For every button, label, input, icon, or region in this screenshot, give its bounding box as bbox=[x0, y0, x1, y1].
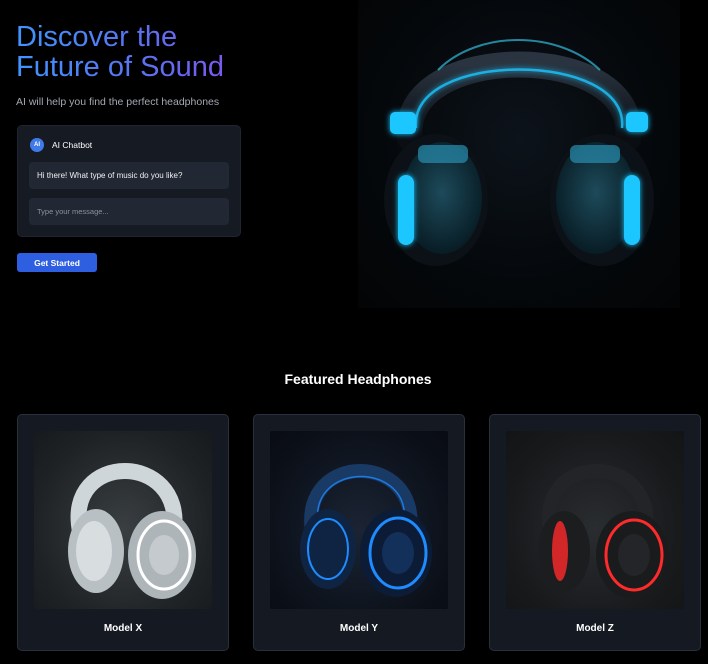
chatbot-avatar: AI bbox=[30, 138, 44, 152]
landing-page: Discover the Future of Sound AI will hel… bbox=[0, 0, 708, 664]
chat-message-input[interactable] bbox=[29, 198, 229, 225]
product-card-model-y[interactable]: Model Y bbox=[253, 414, 465, 651]
product-card-model-x[interactable]: Model X bbox=[17, 414, 229, 651]
chatbot-header: AI AI Chatbot bbox=[30, 138, 92, 152]
hero-headphones-image bbox=[358, 0, 680, 308]
chatbot-message: Hi there! What type of music do you like… bbox=[29, 162, 229, 189]
product-name: Model X bbox=[103, 623, 143, 634]
glowing-headphones-icon bbox=[384, 39, 654, 266]
product-name: Model Z bbox=[576, 623, 614, 634]
product-name: Model Y bbox=[339, 623, 379, 634]
headphones-red-icon bbox=[538, 464, 668, 599]
featured-heading: Featured Headphones bbox=[284, 371, 432, 387]
chatbot-card: AI AI Chatbot Hi there! What type of mus… bbox=[17, 125, 241, 237]
product-image bbox=[34, 431, 212, 609]
chatbot-title: AI Chatbot bbox=[52, 140, 93, 150]
product-card-model-z[interactable]: Model Z bbox=[489, 414, 701, 651]
headphones-white-icon bbox=[68, 463, 196, 599]
hero-title-line-1: Discover the bbox=[16, 21, 178, 53]
hero-title: Discover the Future of Sound bbox=[16, 22, 224, 82]
headphones-blue-icon bbox=[300, 464, 432, 597]
hero-title-line-2: Future of Sound bbox=[16, 51, 224, 83]
hero-subtitle: AI will help you find the perfect headph… bbox=[16, 96, 220, 108]
product-image bbox=[506, 431, 684, 609]
get-started-button[interactable]: Get Started bbox=[17, 253, 97, 272]
product-image bbox=[270, 431, 448, 609]
